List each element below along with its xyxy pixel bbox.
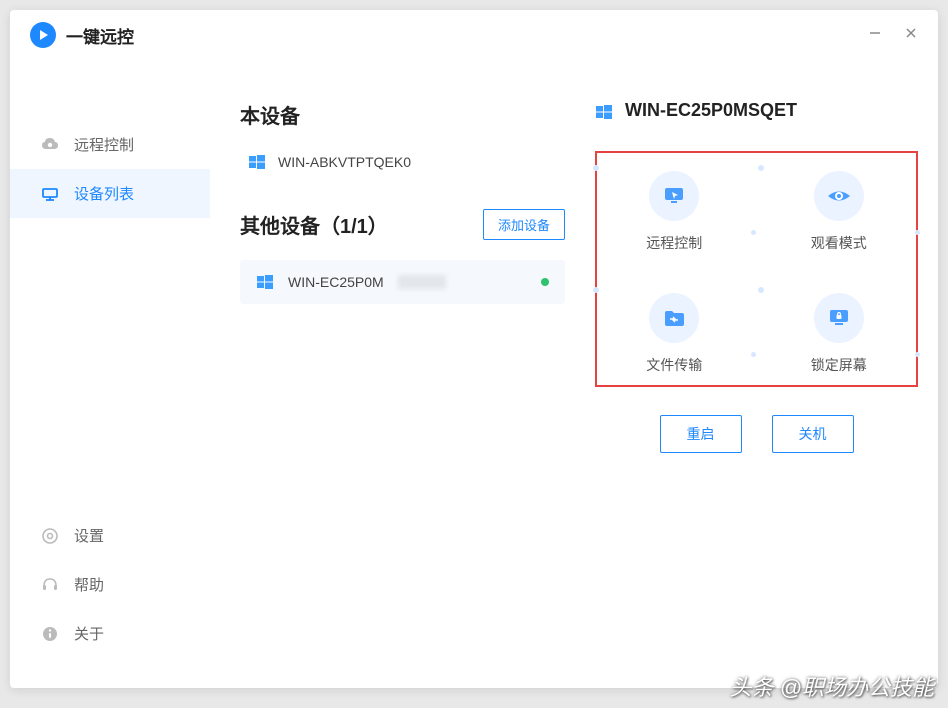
action-file-transfer[interactable]: 文件传输 — [607, 293, 742, 375]
sidebar-item-label: 设备列表 — [74, 183, 134, 204]
action-label: 文件传输 — [646, 355, 702, 375]
minimize-button[interactable] — [868, 26, 882, 45]
action-label: 锁定屏幕 — [811, 355, 867, 375]
detail-device-name: WIN-EC25P0MSQET — [625, 100, 797, 121]
device-detail-panel: WIN-EC25P0MSQET 远程控制 观看模式 — [585, 100, 918, 668]
windows-icon — [595, 102, 613, 120]
actions-grid-highlighted: 远程控制 观看模式 文件传输 — [595, 151, 918, 387]
main-panel: 本设备 WIN-ABKVTPTQEK0 其他设备（1/1） 添加设备 WIN-E… — [210, 60, 938, 688]
action-watch-mode[interactable]: 观看模式 — [772, 171, 907, 253]
sidebar-item-label: 设置 — [74, 525, 104, 546]
lock-screen-icon — [814, 293, 864, 343]
local-device-name: WIN-ABKVTPTQEK0 — [278, 154, 411, 170]
app-title: 一键远控 — [66, 23, 134, 48]
local-device: WIN-ABKVTPTQEK0 — [240, 149, 565, 171]
windows-icon — [248, 153, 266, 171]
sidebar: 远程控制 设备列表 设置 — [10, 60, 210, 688]
cloud-icon — [40, 135, 60, 155]
action-lock-screen[interactable]: 锁定屏幕 — [772, 293, 907, 375]
close-button[interactable] — [904, 26, 918, 45]
add-device-button[interactable]: 添加设备 — [483, 209, 565, 240]
info-icon — [40, 624, 60, 644]
sidebar-item-label: 帮助 — [74, 574, 104, 595]
sidebar-item-label: 远程控制 — [74, 134, 134, 155]
device-list-panel: 本设备 WIN-ABKVTPTQEK0 其他设备（1/1） 添加设备 WIN-E… — [240, 100, 565, 668]
sidebar-item-label: 关于 — [74, 623, 104, 644]
restart-button[interactable]: 重启 — [660, 415, 742, 453]
device-name: WIN-EC25P0M — [288, 274, 384, 290]
online-status-dot — [541, 278, 549, 286]
power-buttons: 重启 关机 — [595, 415, 918, 453]
sidebar-item-settings[interactable]: 设置 — [10, 511, 210, 560]
folder-transfer-icon — [649, 293, 699, 343]
other-devices-heading: 其他设备（1/1） — [240, 210, 388, 239]
content-area: 远程控制 设备列表 设置 — [10, 60, 938, 688]
devices-icon — [40, 184, 60, 204]
headset-icon — [40, 575, 60, 595]
eye-icon — [814, 171, 864, 221]
windows-icon — [256, 273, 274, 291]
local-device-heading: 本设备 — [240, 100, 565, 129]
gear-icon — [40, 526, 60, 546]
sidebar-item-about[interactable]: 关于 — [10, 609, 210, 658]
titlebar: 一键远控 — [10, 10, 938, 60]
app-logo-icon — [30, 22, 56, 48]
window-controls — [868, 26, 918, 45]
action-remote-control[interactable]: 远程控制 — [607, 171, 742, 253]
device-name-redacted — [398, 275, 446, 289]
sidebar-item-device-list[interactable]: 设备列表 — [10, 169, 210, 218]
action-label: 远程控制 — [646, 233, 702, 253]
sidebar-item-remote-control[interactable]: 远程控制 — [10, 120, 210, 169]
logo-area: 一键远控 — [30, 22, 134, 48]
other-devices-header: 其他设备（1/1） 添加设备 — [240, 209, 565, 240]
sidebar-item-help[interactable]: 帮助 — [10, 560, 210, 609]
shutdown-button[interactable]: 关机 — [772, 415, 854, 453]
detail-header: WIN-EC25P0MSQET — [595, 100, 918, 121]
device-list-item[interactable]: WIN-EC25P0M — [240, 260, 565, 304]
app-window: 一键远控 远程控制 — [10, 10, 938, 688]
monitor-cursor-icon — [649, 171, 699, 221]
action-label: 观看模式 — [811, 233, 867, 253]
